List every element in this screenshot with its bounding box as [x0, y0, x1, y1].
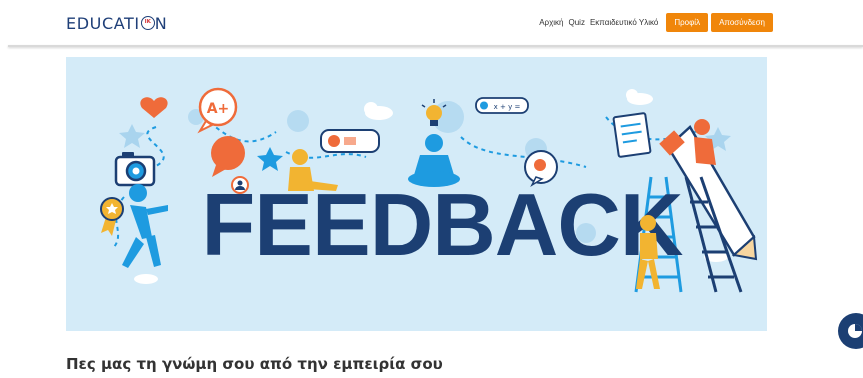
svg-text:A+: A+ — [207, 101, 230, 117]
top-navigation-bar: EDUCATI IK N Αρχική Quiz Εκπαιδευτικό Υλ… — [0, 0, 863, 46]
main-nav: Αρχική Quiz Εκπαιδευτικό Υλικό Προφίλ Απ… — [539, 12, 773, 32]
feedback-banner-image: A+ x + y = FEEDBACK — [66, 57, 767, 331]
sitting-person-illustration — [288, 149, 338, 191]
chat-widget-icon — [848, 324, 862, 338]
clipboard-icon — [612, 112, 652, 158]
nav-link-quiz[interactable]: Quiz — [569, 18, 585, 27]
svg-text:x + y =: x + y = — [494, 103, 521, 111]
heart-icon — [140, 97, 168, 118]
logo-text-right: N — [154, 13, 168, 33]
feedback-word: FEEDBACK — [202, 175, 683, 274]
education-logo[interactable]: EDUCATI IK N — [66, 12, 167, 34]
page-heading: Πες μας τη γνώμη σου από την εμπειρία σο… — [66, 355, 443, 373]
meditating-person-illustration — [408, 134, 460, 187]
orange-chat-bubble — [211, 136, 245, 177]
logout-button[interactable]: Αποσύνδεση — [711, 12, 773, 32]
formula-bubble: x + y = — [475, 97, 529, 114]
nav-link-home[interactable]: Αρχική — [539, 18, 563, 27]
walking-person-illustration — [122, 184, 168, 268]
medal-icon — [100, 197, 124, 236]
header-divider — [8, 45, 863, 47]
video-player-bubble — [320, 129, 380, 153]
chat-widget-button[interactable] — [838, 313, 863, 349]
logo-text-left: EDUCATI — [66, 13, 140, 33]
grade-speech-bubble: A+ — [197, 87, 238, 134]
profile-button[interactable]: Προφίλ — [666, 12, 709, 32]
camera-icon — [114, 152, 156, 187]
nav-link-educational-material[interactable]: Εκπαιδευτικό Υλικό — [590, 18, 658, 27]
logo-badge-icon: IK — [140, 16, 155, 30]
